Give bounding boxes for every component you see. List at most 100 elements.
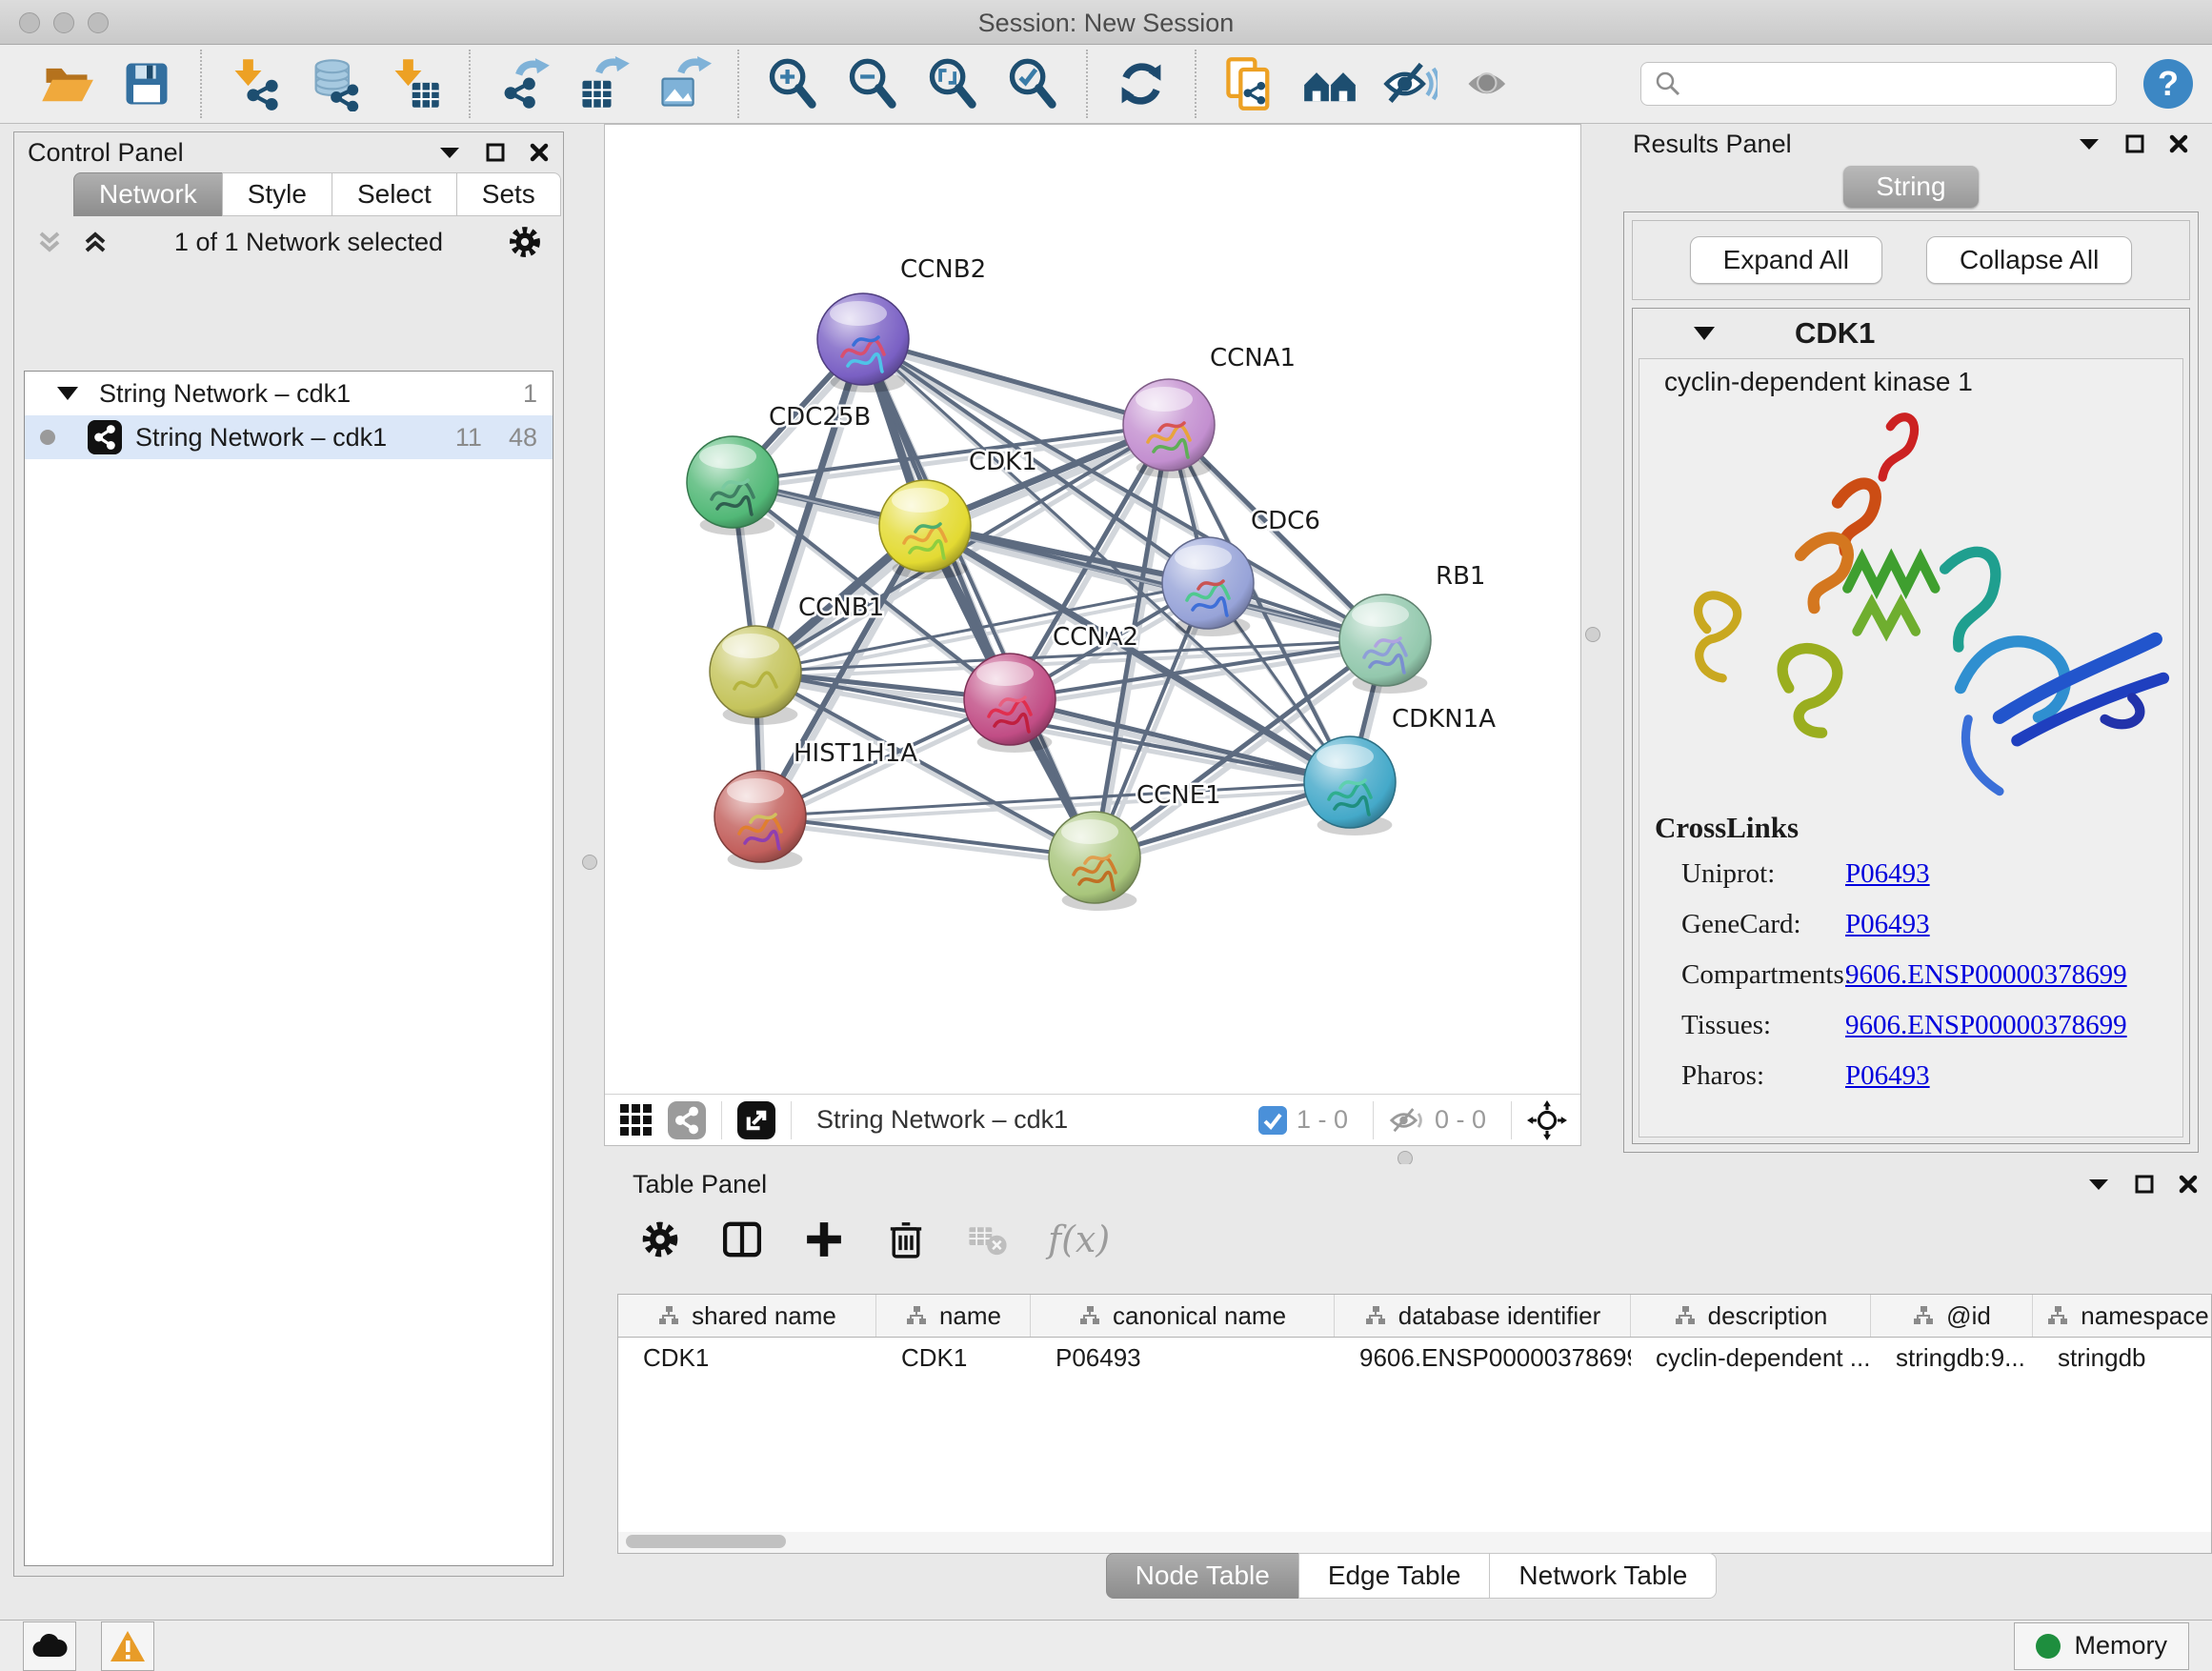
add-column-icon[interactable]	[802, 1218, 846, 1261]
table-row[interactable]: CDK1CDK1P064939606.ENSP00000378699cyclin…	[618, 1338, 2211, 1378]
node-cdc25b[interactable]	[687, 436, 778, 528]
table-options-gear-icon[interactable]	[638, 1218, 682, 1261]
apply-layout-icon[interactable]	[1114, 56, 1169, 111]
column-header-description[interactable]: description	[1631, 1295, 1871, 1337]
warning-button[interactable]	[101, 1621, 154, 1671]
detach-view-icon[interactable]	[737, 1101, 775, 1139]
network-canvas[interactable]: CCNB2CCNA1CDC25BCDK1CDC6RB1CCNB1CCNA2CDK…	[605, 125, 1580, 1094]
cell-namespace[interactable]: stringdb	[2033, 1338, 2212, 1378]
hscrollbar-thumb[interactable]	[626, 1535, 786, 1548]
column-header-shared-name[interactable]: shared name	[618, 1295, 876, 1337]
node-hist1h1a[interactable]	[714, 771, 806, 862]
node-label-ccne1: CCNE1	[1136, 781, 1221, 810]
open-session-icon[interactable]	[39, 56, 94, 111]
cell-@id[interactable]: stringdb:9...	[1871, 1338, 2033, 1378]
tab-string-results[interactable]: String	[1843, 166, 1978, 208]
panel-menu-icon[interactable]	[2086, 1176, 2111, 1193]
memory-button[interactable]: Memory	[2014, 1622, 2189, 1670]
cell-database-identifier[interactable]: 9606.ENSP00000378699	[1335, 1338, 1631, 1378]
string-glass-on-icon[interactable]	[1462, 56, 1518, 111]
save-session-icon[interactable]	[119, 56, 174, 111]
hidden-eye-icon[interactable]	[1389, 1105, 1425, 1136]
close-panel-icon[interactable]	[2178, 1174, 2199, 1195]
cdk1-expand-icon[interactable]	[1694, 327, 1715, 340]
collapse-all-icon[interactable]	[33, 228, 66, 256]
tab-network[interactable]: Network	[73, 172, 223, 216]
tab-sets[interactable]: Sets	[456, 172, 561, 216]
tab-style[interactable]: Style	[222, 172, 332, 216]
fit-content-icon[interactable]	[925, 56, 980, 111]
crosslink-link[interactable]: 9606.ENSP00000378699	[1845, 1010, 2182, 1041]
column-header-database-identifier[interactable]: database identifier	[1335, 1295, 1631, 1337]
node-cdkn1a[interactable]	[1304, 736, 1396, 828]
export-network-icon[interactable]	[496, 56, 552, 111]
network-collection-row[interactable]: String Network – cdk1 1	[25, 372, 553, 415]
column-header-name[interactable]: name	[876, 1295, 1031, 1337]
birdseye-icon[interactable]	[1527, 1100, 1567, 1140]
export-image-icon[interactable]	[656, 56, 712, 111]
collection-expand-icon[interactable]	[57, 387, 78, 400]
cell-shared-name[interactable]: CDK1	[618, 1338, 876, 1378]
network-row[interactable]: String Network – cdk1 11 48	[25, 415, 553, 459]
cdk1-section-header[interactable]: CDK1	[1633, 309, 2189, 358]
import-network-database-icon[interactable]	[308, 56, 363, 111]
column-header-canonical-name[interactable]: canonical name	[1031, 1295, 1335, 1337]
column-type-icon	[2046, 1304, 2069, 1327]
float-panel-icon[interactable]	[485, 142, 506, 163]
memory-label: Memory	[2074, 1631, 2167, 1661]
column-header-namespace[interactable]: namespace	[2033, 1295, 2212, 1337]
zoom-selected-icon[interactable]	[1005, 56, 1060, 111]
help-button[interactable]: ?	[2143, 59, 2193, 109]
node-ccna1[interactable]	[1123, 379, 1215, 471]
node-ccna2[interactable]	[964, 654, 1056, 745]
cell-description[interactable]: cyclin-dependent ...	[1631, 1338, 1871, 1378]
network-options-gear-icon[interactable]	[506, 223, 544, 261]
cloud-button[interactable]	[23, 1621, 76, 1671]
string-glass-off-icon[interactable]	[1382, 56, 1438, 111]
show-columns-icon[interactable]	[720, 1218, 764, 1261]
node-cdk1[interactable]	[879, 480, 971, 572]
node-ccnb2[interactable]	[817, 293, 909, 385]
node-ccne1[interactable]	[1049, 812, 1140, 903]
right-splitter-handle[interactable]	[1585, 627, 1600, 642]
zoom-in-icon[interactable]	[765, 56, 820, 111]
toolbar-search	[1640, 62, 2117, 106]
expand-all-icon[interactable]	[79, 228, 111, 256]
left-splitter-handle[interactable]	[582, 855, 597, 870]
close-panel-icon[interactable]	[2168, 133, 2189, 154]
panel-menu-icon[interactable]	[437, 144, 462, 161]
node-label-ccna2: CCNA2	[1053, 623, 1138, 652]
collapse-all-button[interactable]: Collapse All	[1926, 236, 2132, 284]
crosslink-link[interactable]: P06493	[1845, 909, 2182, 940]
grid-view-icon[interactable]	[618, 1102, 654, 1138]
tab-node-table[interactable]: Node Table	[1106, 1553, 1299, 1599]
node-ccnb1[interactable]	[710, 626, 801, 717]
float-panel-icon[interactable]	[2124, 133, 2145, 154]
network-badge-gray-icon[interactable]	[668, 1101, 706, 1139]
crosslink-link[interactable]: 9606.ENSP00000378699	[1845, 959, 2182, 991]
close-panel-icon[interactable]	[529, 142, 550, 163]
search-input[interactable]	[1640, 62, 2117, 106]
float-panel-icon[interactable]	[2134, 1174, 2155, 1195]
tab-network-table[interactable]: Network Table	[1489, 1553, 1717, 1599]
selected-checkbox-icon[interactable]	[1258, 1106, 1287, 1135]
cell-name[interactable]: CDK1	[876, 1338, 1031, 1378]
crosslink-link[interactable]: P06493	[1845, 1060, 2182, 1092]
export-table-icon[interactable]	[576, 56, 632, 111]
node-cdc6[interactable]	[1162, 537, 1254, 629]
import-table-icon[interactable]	[388, 56, 443, 111]
column-header-@id[interactable]: @id	[1871, 1295, 2033, 1337]
expand-all-button[interactable]: Expand All	[1690, 236, 1882, 284]
crosslink-link[interactable]: P06493	[1845, 858, 2182, 890]
panel-menu-icon[interactable]	[2077, 135, 2101, 152]
string-copy-network-icon[interactable]	[1222, 56, 1277, 111]
string-structures-icon[interactable]	[1302, 56, 1357, 111]
zoom-out-icon[interactable]	[845, 56, 900, 111]
table-hscrollbar[interactable]	[617, 1532, 2212, 1554]
tab-select[interactable]: Select	[332, 172, 457, 216]
tab-edge-table[interactable]: Edge Table	[1298, 1553, 1491, 1599]
node-rb1[interactable]	[1339, 594, 1431, 686]
delete-column-icon[interactable]	[884, 1218, 928, 1261]
import-network-icon[interactable]	[228, 56, 283, 111]
cell-canonical-name[interactable]: P06493	[1031, 1338, 1335, 1378]
